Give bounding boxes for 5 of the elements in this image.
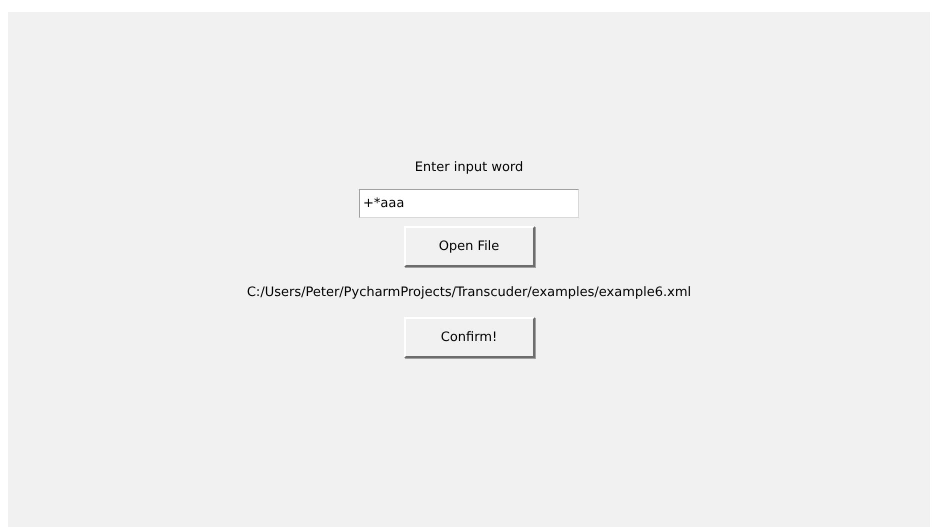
prompt-label: Enter input word <box>414 159 524 177</box>
file-path-label: C:/Users/Peter/PycharmProjects/Transcuder/examples/example6.xml <box>246 284 692 302</box>
confirm-button[interactable]: Confirm! <box>404 317 534 358</box>
open-file-button[interactable]: Open File <box>404 226 534 267</box>
word-field[interactable]: +*aaa <box>359 189 579 218</box>
